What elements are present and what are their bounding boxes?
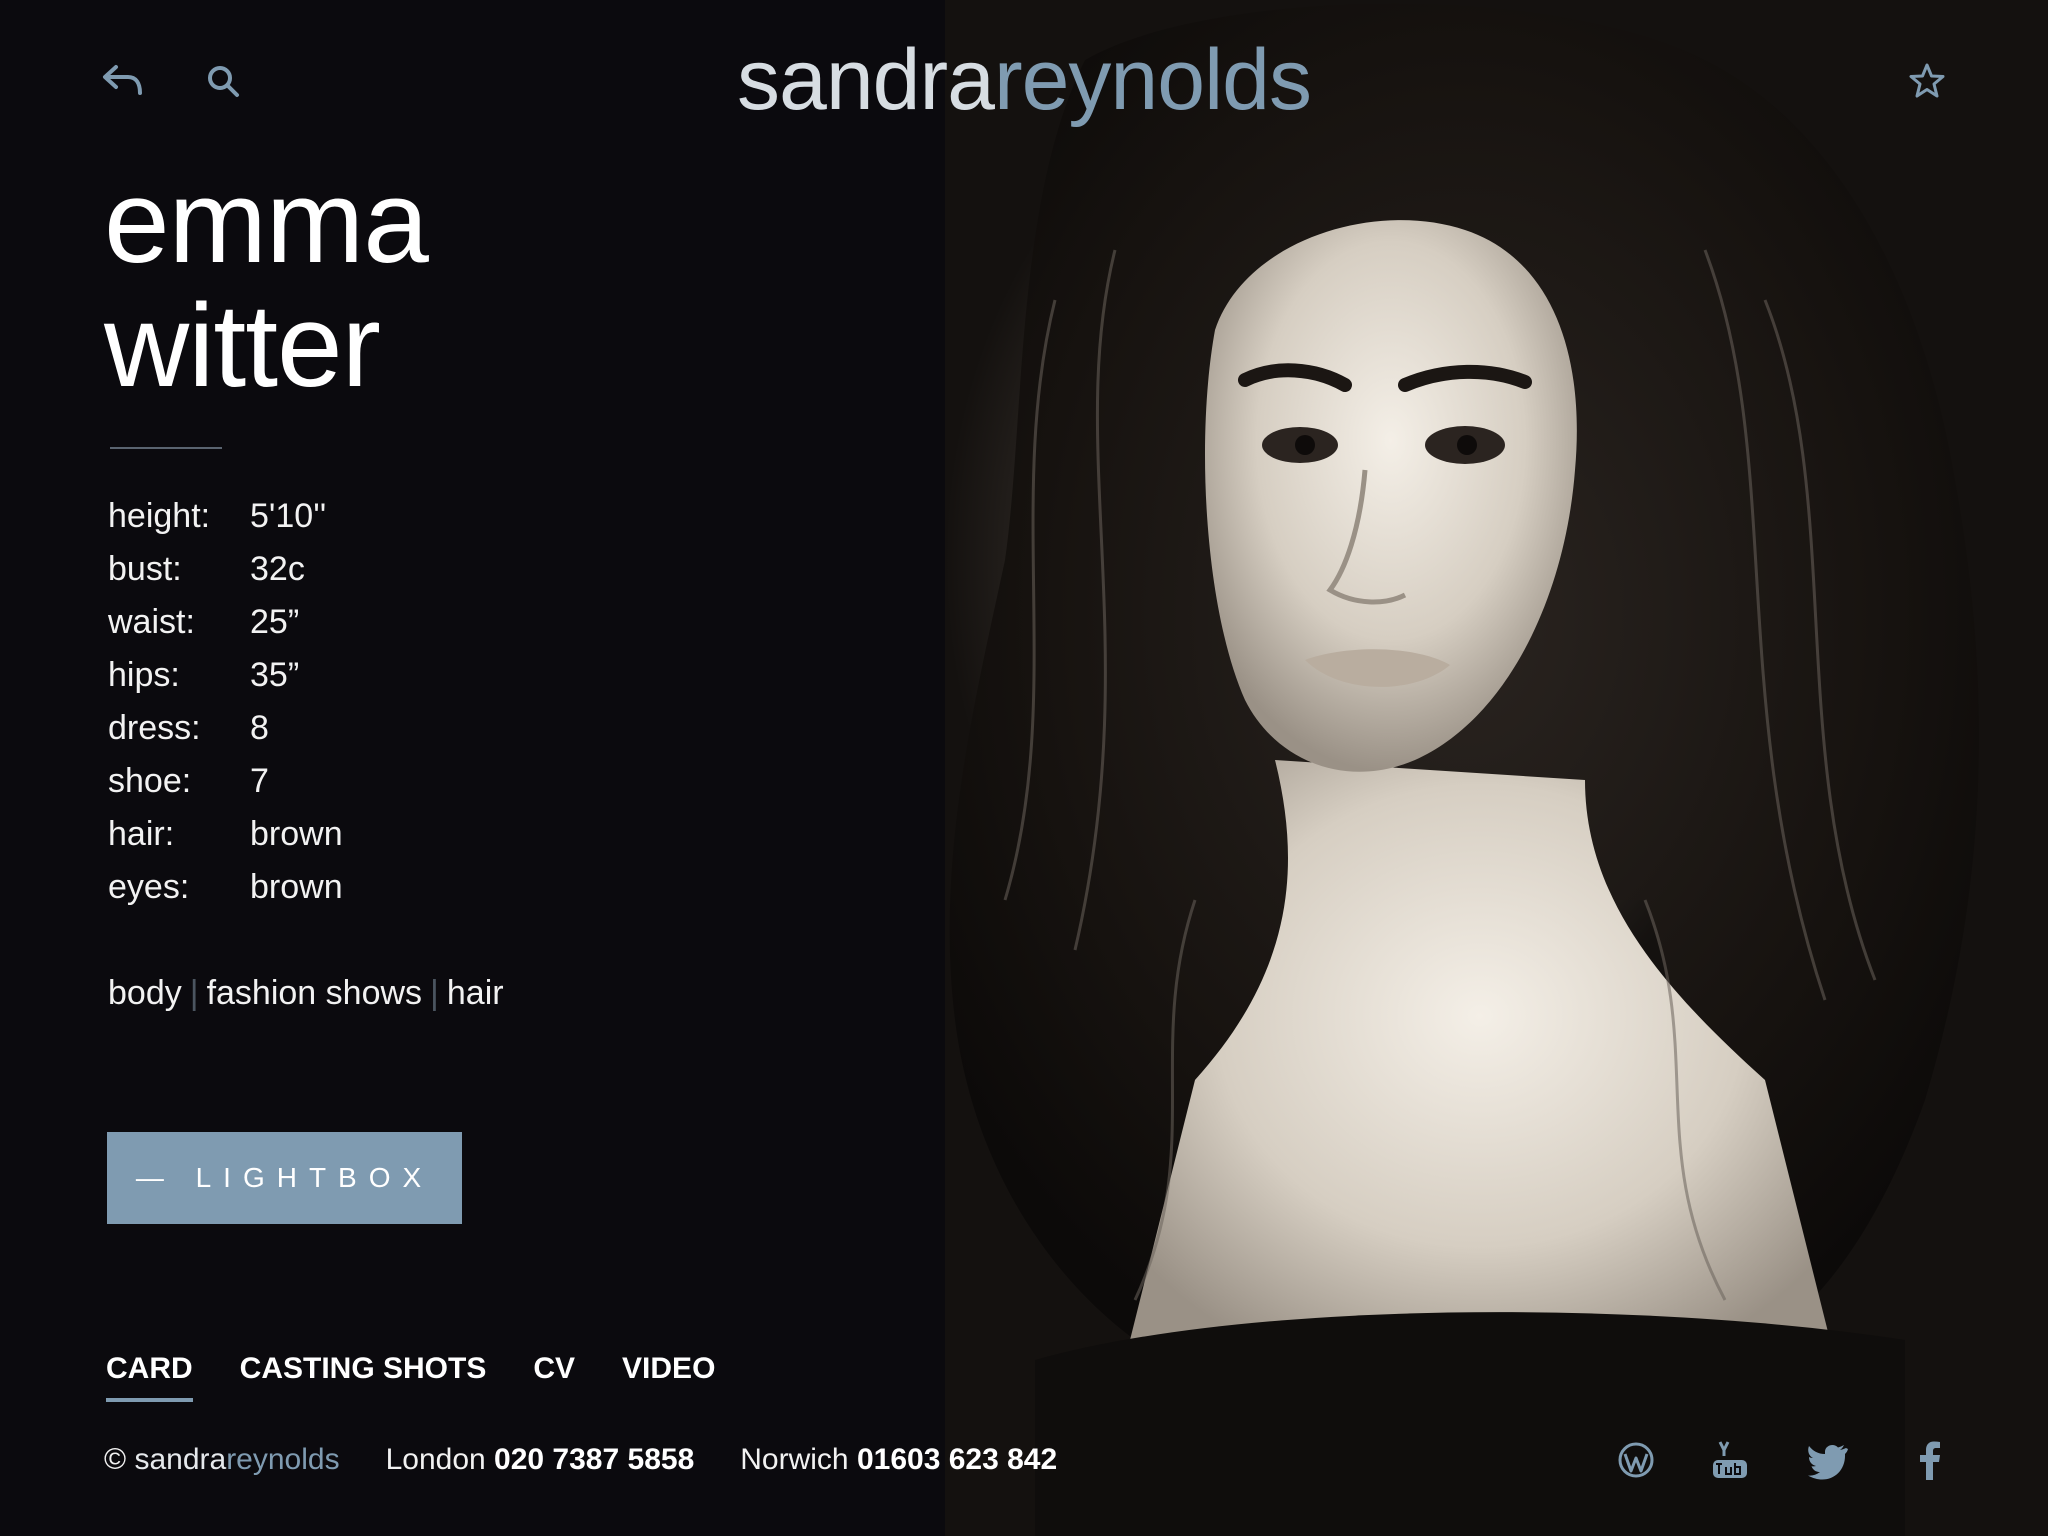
stat-value: brown (250, 868, 343, 906)
stat-row: waist: 25” (108, 596, 343, 649)
stat-value: brown (250, 815, 343, 853)
footer-london: London 020 7387 5858 (386, 1440, 695, 1480)
separator: | (430, 974, 439, 1012)
stat-row: height: 5'10'' (108, 490, 343, 543)
logo-part-1: sandra (736, 32, 995, 128)
stat-value: 25” (250, 603, 300, 641)
model-name: emma witter (104, 156, 429, 412)
footer-copyright: © sandrareynolds (104, 1440, 340, 1480)
tab-card[interactable]: CARD (106, 1352, 193, 1402)
tab-casting-shots[interactable]: CASTING SHOTS (240, 1352, 487, 1402)
stat-label: bust: (108, 550, 182, 588)
lightbox-button[interactable]: — LIGHTBOX (107, 1132, 462, 1224)
star-icon[interactable] (1902, 56, 1952, 106)
footer-brand-2: reynolds (226, 1443, 340, 1476)
stat-row: hips: 35” (108, 649, 343, 702)
youtube-icon[interactable] (1706, 1436, 1754, 1484)
footer: © sandrareynolds London 020 7387 5858 No… (104, 1440, 1057, 1480)
divider (110, 447, 222, 449)
model-first-name: emma (104, 156, 429, 288)
stat-label: eyes: (108, 868, 190, 906)
norwich-phone[interactable]: 01603 623 842 (857, 1443, 1057, 1476)
stat-value: 5'10'' (250, 497, 327, 535)
footer-brand-1: sandra (134, 1443, 227, 1476)
stat-row: eyes: brown (108, 861, 343, 914)
london-label: London (385, 1443, 486, 1476)
logo-part-2: reynolds (993, 32, 1312, 128)
stat-value: 8 (250, 709, 269, 747)
tab-video[interactable]: VIDEO (622, 1352, 715, 1402)
london-phone[interactable]: 020 7387 5858 (494, 1443, 694, 1476)
category-link-hair[interactable]: hair (447, 974, 504, 1012)
model-last-name: witter (104, 280, 381, 412)
stat-label: height: (108, 497, 211, 535)
stat-row: dress: 8 (108, 702, 343, 755)
stat-row: hair: brown (108, 808, 343, 861)
profile-tabs: CARD CASTING SHOTS CV VIDEO (106, 1352, 715, 1402)
stat-label: dress: (108, 709, 201, 747)
stat-row: bust: 32c (108, 543, 343, 596)
model-photo (945, 0, 2048, 1536)
stat-value: 32c (250, 550, 305, 588)
footer-norwich: Norwich 01603 623 842 (740, 1440, 1057, 1480)
category-link-body[interactable]: body (108, 974, 182, 1012)
category-links: body | fashion shows | hair (108, 966, 504, 1020)
top-bar: sandrareynolds (0, 0, 2048, 160)
copyright-symbol: © (104, 1443, 127, 1476)
stat-value: 35” (250, 656, 300, 694)
category-link-fashion-shows[interactable]: fashion shows (207, 974, 422, 1012)
norwich-label: Norwich (740, 1443, 849, 1476)
stat-value: 7 (250, 762, 269, 800)
twitter-icon[interactable] (1804, 1436, 1852, 1484)
facebook-icon[interactable] (1906, 1436, 1954, 1484)
stat-label: shoe: (108, 762, 192, 800)
stat-row: shoe: 7 (108, 755, 343, 808)
stat-label: hips: (108, 656, 180, 694)
stat-label: waist: (108, 603, 195, 641)
separator: | (189, 974, 199, 1012)
model-stats: height: 5'10'' bust: 32c waist: 25” hips: 35… (108, 490, 343, 914)
tab-cv[interactable]: CV (533, 1352, 575, 1402)
site-logo[interactable]: sandrareynolds (0, 30, 2048, 130)
wordpress-icon[interactable] (1612, 1436, 1660, 1484)
stat-label: hair: (108, 815, 175, 853)
